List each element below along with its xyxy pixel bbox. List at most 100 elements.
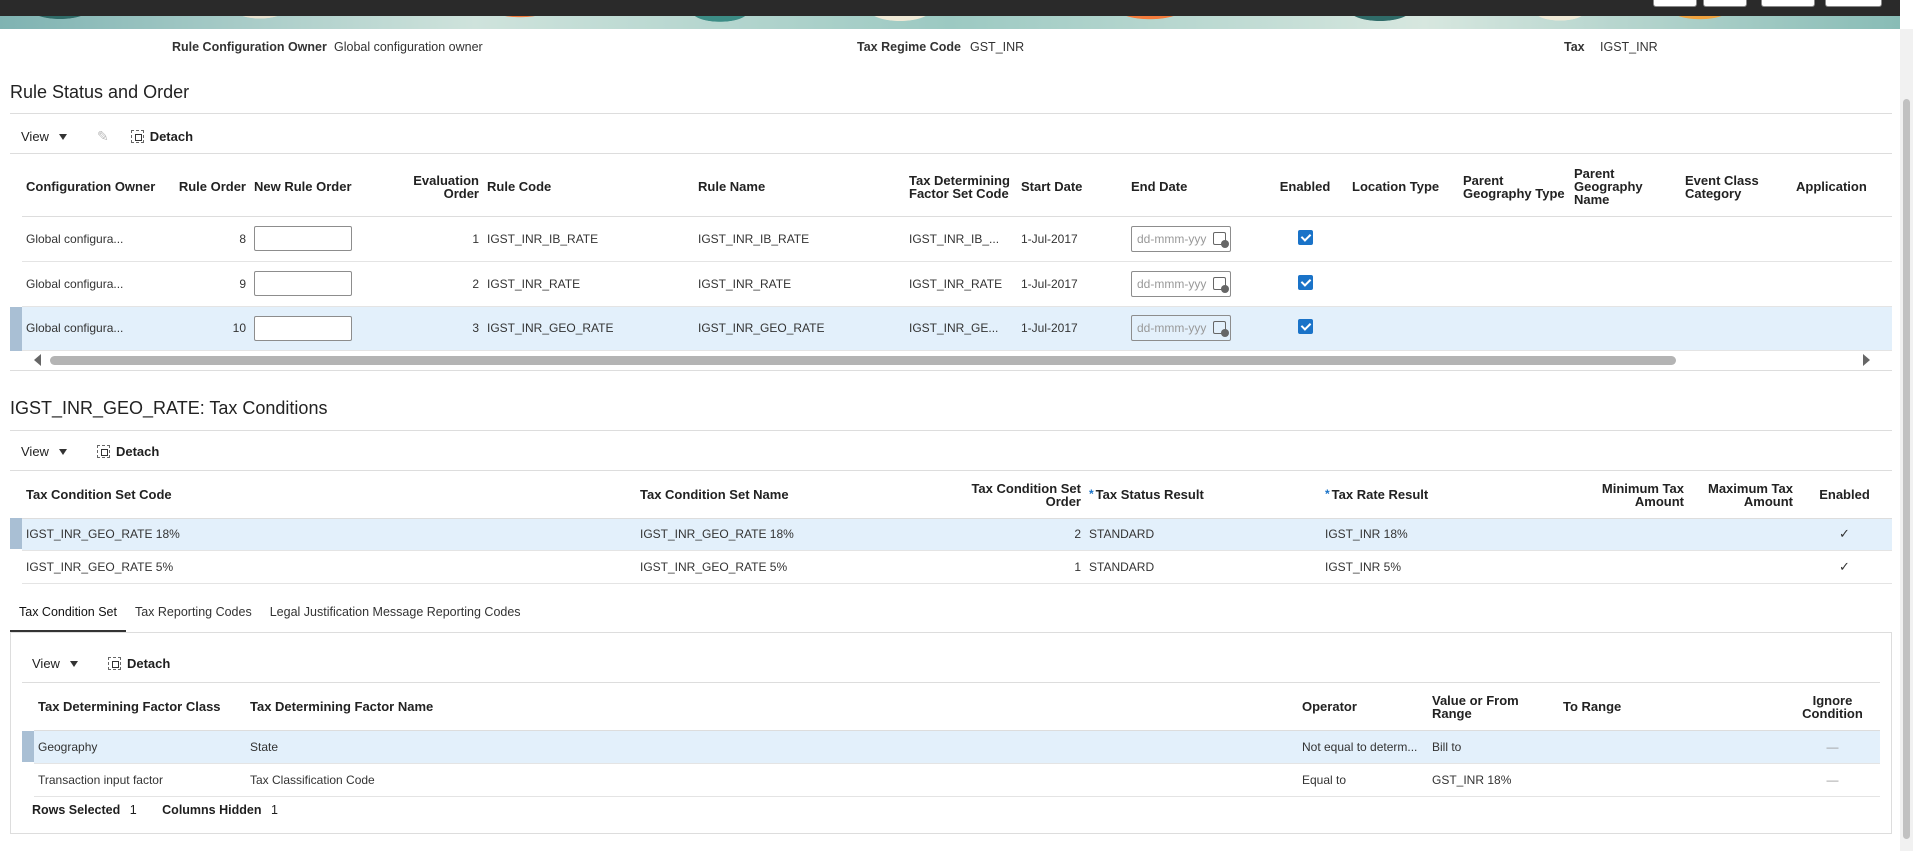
detach-icon (96, 445, 110, 458)
scroll-left-icon[interactable] (34, 354, 41, 366)
cell-rule-order: 10 (167, 306, 250, 351)
col-value-from[interactable]: Value or From Range (1428, 684, 1559, 730)
cell-rule-order: 9 (167, 261, 250, 307)
cell-condition-name: IGST_INR_GEO_RATE 5% (636, 550, 952, 584)
banner-button[interactable] (1653, 0, 1697, 7)
col-factor-name[interactable]: Tax Determining Factor Name (246, 684, 1298, 730)
col-end-date[interactable]: End Date (1127, 158, 1262, 216)
ignore-condition-icon[interactable]: — (1785, 730, 1880, 764)
enabled-checkbox[interactable] (1297, 319, 1313, 334)
tab-tax-reporting-codes[interactable]: Tax Reporting Codes (126, 595, 261, 633)
view-menu-button[interactable]: View (32, 656, 78, 671)
scroll-right-icon[interactable] (1863, 354, 1870, 366)
col-event-class-category[interactable]: Event Class Category (1681, 158, 1792, 216)
banner-button[interactable] (1703, 0, 1747, 7)
row-selector[interactable] (10, 307, 22, 351)
col-rule-code[interactable]: Rule Code (483, 158, 694, 216)
end-date-input[interactable]: dd-mmm-yyy (1131, 315, 1231, 341)
col-to-range[interactable]: To Range (1559, 684, 1785, 730)
calendar-icon[interactable] (1213, 231, 1229, 248)
table-row[interactable]: Global configura... 10 3 IGST_INR_GEO_RA… (22, 306, 1892, 351)
scrollbar-thumb[interactable] (50, 356, 1676, 365)
condition-set-toolbar: View Detach (32, 656, 170, 671)
cell-operator: Equal to (1298, 763, 1428, 797)
enabled-check-icon: ✓ (1797, 550, 1892, 584)
scrollbar-thumb[interactable] (1903, 99, 1910, 839)
page-scrollbar[interactable] (1900, 29, 1913, 851)
col-location-type[interactable]: Location Type (1348, 158, 1459, 216)
table-row[interactable]: Global configura... 8 1 IGST_INR_IB_RATE… (22, 216, 1892, 262)
col-operator[interactable]: Operator (1298, 684, 1428, 730)
detach-label: Detach (149, 129, 194, 144)
table-row[interactable]: Geography State Not equal to determ... B… (34, 730, 1880, 764)
horizontal-scrollbar[interactable] (10, 353, 1890, 367)
end-date-input[interactable]: dd-mmm-yyy (1131, 270, 1231, 297)
row-selector[interactable] (22, 731, 34, 762)
detach-icon (107, 657, 121, 670)
end-date-input[interactable]: dd-mmm-yyy (1131, 225, 1231, 252)
col-condition-set-order[interactable]: Tax Condition Set Order (952, 472, 1085, 518)
edit-icon[interactable]: ✎ (97, 128, 109, 145)
cell-rule-code: IGST_INR_IB_RATE (483, 216, 694, 262)
table-row[interactable]: IGST_INR_GEO_RATE 5% IGST_INR_GEO_RATE 5… (22, 550, 1892, 584)
detach-label: Detach (115, 444, 160, 459)
col-start-date[interactable]: Start Date (1017, 158, 1127, 216)
col-parent-geo-name[interactable]: Parent Geography Name (1570, 158, 1681, 216)
condition-set-table: Tax Determining Factor Class Tax Determi… (34, 684, 1880, 797)
col-new-rule-order[interactable]: New Rule Order (250, 158, 390, 216)
ignore-condition-icon[interactable]: — (1785, 763, 1880, 797)
view-label: View (21, 444, 49, 459)
col-rule-name[interactable]: Rule Name (694, 158, 905, 216)
view-menu-button[interactable]: View (21, 129, 67, 144)
required-icon: * (1089, 487, 1094, 502)
calendar-icon[interactable] (1213, 276, 1229, 293)
banner-button[interactable] (1761, 0, 1815, 7)
required-icon: * (1325, 487, 1330, 502)
col-enabled[interactable]: Enabled (1797, 472, 1892, 518)
col-rule-order[interactable]: Rule Order (167, 158, 250, 216)
col-ignore-condition[interactable]: Ignore Condition (1785, 684, 1880, 730)
col-factor-class[interactable]: Tax Determining Factor Class (34, 684, 246, 730)
tab-legal-justification-codes[interactable]: Legal Justification Message Reporting Co… (261, 595, 530, 633)
col-tax-status-result[interactable]: * Tax Status Result (1085, 472, 1321, 518)
table-row[interactable]: IGST_INR_GEO_RATE 18% IGST_INR_GEO_RATE … (22, 518, 1892, 551)
row-selector[interactable] (10, 518, 22, 549)
detach-button[interactable]: Detach (96, 444, 160, 459)
col-enabled[interactable]: Enabled (1262, 158, 1348, 216)
tab-tax-condition-set[interactable]: Tax Condition Set (10, 595, 126, 633)
table-row[interactable]: Global configura... 9 2 IGST_INR_RATE IG… (22, 261, 1892, 307)
col-factor-set-code[interactable]: Tax Determining Factor Set Code (905, 158, 1017, 216)
columns-hidden-label: Columns Hidden (162, 803, 262, 817)
cell-factor-set: IGST_INR_IB_... (905, 216, 1017, 262)
regime-value: GST_INR (970, 40, 1025, 54)
detach-button[interactable]: Detach (107, 656, 170, 671)
banner-button[interactable] (1825, 0, 1882, 7)
col-min-tax-amount[interactable]: Minimum Tax Amount (1571, 472, 1688, 518)
view-menu-button[interactable]: View (21, 444, 67, 459)
detach-button[interactable]: Detach (130, 129, 194, 144)
col-max-tax-amount[interactable]: Maximum Tax Amount (1688, 472, 1797, 518)
cell-condition-order: 2 (952, 518, 1085, 551)
enabled-checkbox[interactable] (1297, 274, 1313, 290)
date-placeholder: dd-mmm-yyy (1137, 231, 1207, 246)
cell-status-result: STANDARD (1085, 550, 1321, 584)
cell-to-range (1559, 730, 1785, 764)
col-condition-set-name[interactable]: Tax Condition Set Name (636, 472, 952, 518)
cell-owner: Global configura... (22, 216, 167, 262)
col-condition-set-code[interactable]: Tax Condition Set Code (22, 472, 636, 518)
table-row[interactable]: Transaction input factor Tax Classificat… (34, 763, 1880, 797)
col-application[interactable]: Application (1792, 158, 1892, 216)
new-rule-order-input[interactable] (254, 271, 352, 296)
col-tax-rate-result[interactable]: * Tax Rate Result (1321, 472, 1571, 518)
regime-label: Tax Regime Code (857, 40, 961, 54)
col-parent-geo-type[interactable]: Parent Geography Type (1459, 158, 1570, 216)
col-evaluation-order[interactable]: Evaluation Order (390, 158, 483, 216)
cell-start-date: 1-Jul-2017 (1017, 306, 1127, 351)
col-config-owner[interactable]: Configuration Owner (22, 158, 167, 216)
new-rule-order-input[interactable] (254, 315, 352, 341)
calendar-icon[interactable] (1213, 321, 1229, 337)
tax-label: Tax (1564, 40, 1585, 54)
new-rule-order-input[interactable] (254, 226, 352, 251)
owner-value: Global configuration owner (334, 40, 483, 54)
enabled-checkbox[interactable] (1297, 229, 1313, 245)
